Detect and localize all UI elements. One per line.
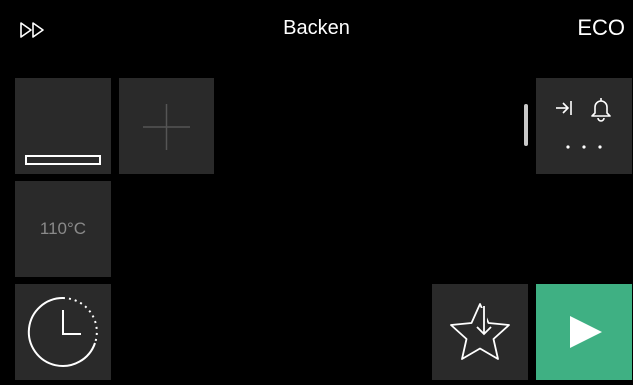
temperature-tile[interactable]: 110°C <box>15 181 111 277</box>
bell-icon <box>591 98 611 122</box>
page-title: Backen <box>283 17 350 39</box>
plus-icon <box>143 104 190 150</box>
scroll-indicator[interactable] <box>524 104 528 146</box>
alarm-options-tile[interactable] <box>536 78 632 174</box>
timer-tile[interactable] <box>15 284 111 380</box>
alarm-options-icons <box>556 98 611 149</box>
clock-timer-icon <box>27 296 98 367</box>
favorite-save-button[interactable] <box>432 284 528 380</box>
bottom-heat-icon <box>25 155 101 165</box>
skip-to-end-icon <box>556 101 572 115</box>
more-dots-icon <box>566 145 602 149</box>
add-tile-button[interactable] <box>119 78 214 174</box>
eco-button[interactable]: ECO <box>577 15 625 41</box>
temperature-value: 110°C <box>39 219 87 238</box>
play-icon <box>570 316 602 348</box>
start-button[interactable] <box>536 284 632 380</box>
star-download-icon <box>450 303 510 360</box>
heat-mode-tile[interactable] <box>15 78 111 174</box>
